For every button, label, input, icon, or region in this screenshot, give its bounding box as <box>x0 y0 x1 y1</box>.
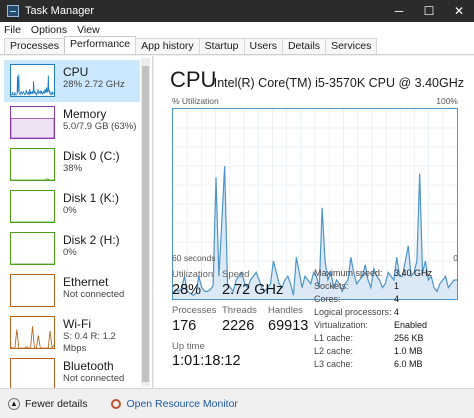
sidebar-item-value: 0% <box>63 205 77 216</box>
time-axis-left: 60 seconds <box>172 253 216 263</box>
minimize-button[interactable]: ─ <box>384 0 414 22</box>
sidebar-item-label: Disk 1 (K:) <box>63 191 120 205</box>
sidebar-item-value: S: 0.4 R: 1.2 Mbps <box>63 331 116 354</box>
sockets-value: 1 <box>394 281 400 291</box>
menu-bar: File Options View <box>0 22 474 37</box>
max-speed-label: Maximum speed: <box>314 268 383 278</box>
sidebar-item-label: Ethernet <box>63 275 109 289</box>
l2-cache-label: L2 cache: <box>314 346 354 356</box>
maximize-button[interactable]: ☐ <box>414 0 444 22</box>
cpu-panel: CPU Intel(R) Core(TM) i5-3570K CPU @ 3.4… <box>154 56 474 388</box>
fewer-details-link[interactable]: Fewer details <box>25 398 87 410</box>
menu-view[interactable]: View <box>77 24 100 36</box>
threads-value: 2226 <box>222 318 255 334</box>
disk-2-thumbnail-graph <box>10 232 55 265</box>
speed-label: Speed <box>222 269 250 280</box>
virtualization-label: Virtualization: <box>314 320 368 330</box>
handles-value: 69913 <box>268 318 309 334</box>
scrollbar-thumb[interactable] <box>142 66 149 382</box>
bluetooth-thumbnail-graph <box>10 358 55 388</box>
sidebar-item-wifi[interactable]: Wi-Fi S: 0.4 R: 1.2 Mbps <box>4 312 140 354</box>
utilization-label: Utilization <box>172 269 214 280</box>
menu-options[interactable]: Options <box>31 24 67 36</box>
menu-file[interactable]: File <box>4 24 21 36</box>
sidebar-item-label: Bluetooth <box>63 359 114 373</box>
processes-label: Processes <box>172 305 217 316</box>
memory-usage-fill <box>11 118 54 138</box>
handles-label: Handles <box>268 305 303 316</box>
sidebar-item-value: 38% <box>63 163 83 174</box>
time-axis-right: 0 <box>453 253 458 263</box>
l1-cache-label: L1 cache: <box>314 333 354 343</box>
sidebar-item-ethernet[interactable]: Ethernet Not connected <box>4 270 140 312</box>
sidebar-item-value: 28% 2.72 GHz <box>63 79 125 90</box>
ethernet-thumbnail-graph <box>10 274 55 307</box>
resource-monitor-icon <box>111 398 122 409</box>
l1-cache-value: 256 KB <box>394 333 424 343</box>
tab-startup[interactable]: Startup <box>198 38 245 54</box>
sidebar-item-value: Not connected <box>63 289 125 300</box>
max-axis-label: 100% <box>436 96 458 106</box>
tab-app-history[interactable]: App history <box>135 38 200 54</box>
disk-0-thumbnail-graph <box>10 148 55 181</box>
footer-bar: ▲ Fewer details Open Resource Monitor <box>0 388 474 418</box>
sidebar-item-value: Not connected <box>63 373 125 384</box>
logical-processors-value: 4 <box>394 307 400 317</box>
l3-cache-label: L3 cache: <box>314 359 354 369</box>
sidebar-item-label: Memory <box>63 107 107 121</box>
tab-strip: Processes Performance App history Startu… <box>0 36 474 55</box>
cores-value: 4 <box>394 294 400 304</box>
resource-sidebar: CPU 28% 2.72 GHz Memory 5.0/7.9 GB (63%) D… <box>0 56 153 388</box>
utilization-axis-label: % Utilization <box>172 96 219 106</box>
chevron-up-icon[interactable]: ▲ <box>8 397 20 410</box>
sidebar-item-disk-1[interactable]: Disk 1 (K:) 0% <box>4 186 140 228</box>
virtualization-value: Enabled <box>394 320 428 330</box>
logical-processors-label: Logical processors: <box>314 307 392 317</box>
sidebar-item-label: Disk 2 (H:) <box>63 233 120 247</box>
title-bar: Task Manager ─ ☐ ✕ <box>0 0 474 22</box>
uptime-label: Up time <box>172 341 205 352</box>
sidebar-item-cpu[interactable]: CPU 28% 2.72 GHz <box>4 60 140 102</box>
page-title: CPU <box>170 67 217 92</box>
memory-thumbnail-graph <box>10 106 55 139</box>
thumbnail-line <box>11 74 54 96</box>
cpu-thumbnail-graph <box>10 64 55 97</box>
tab-processes[interactable]: Processes <box>4 38 66 54</box>
thumbnail-line <box>11 178 54 180</box>
speed-value: 2.72 GHz <box>222 282 284 298</box>
l2-cache-value: 1.0 MB <box>394 346 423 356</box>
cpu-model: Intel(R) Core(TM) i5-3570K CPU @ 3.40GHz <box>213 76 464 90</box>
task-manager-icon <box>7 5 19 17</box>
sidebar-item-label: CPU <box>63 65 89 79</box>
sidebar-item-disk-0[interactable]: Disk 0 (C:) 38% <box>4 144 140 186</box>
uptime-value: 1:01:18:12 <box>172 353 241 369</box>
thumbnail-line <box>11 326 54 348</box>
wifi-thumbnail-graph <box>10 316 55 349</box>
open-resource-monitor-link[interactable]: Open Resource Monitor <box>126 398 237 410</box>
max-speed-value: 3.40 GHz <box>394 268 433 278</box>
tab-performance[interactable]: Performance <box>64 36 137 54</box>
utilization-value: 28% <box>172 282 202 298</box>
threads-label: Threads <box>222 305 257 316</box>
sidebar-item-memory[interactable]: Memory 5.0/7.9 GB (63%) <box>4 102 140 144</box>
sidebar-item-value: 5.0/7.9 GB (63%) <box>63 121 137 132</box>
tab-services[interactable]: Services <box>325 38 378 54</box>
tab-details[interactable]: Details <box>281 38 327 54</box>
sockets-label: Sockets: <box>314 281 349 291</box>
close-button[interactable]: ✕ <box>444 0 474 22</box>
sidebar-item-label: Disk 0 (C:) <box>63 149 120 163</box>
window-title: Task Manager <box>25 5 95 17</box>
sidebar-item-bluetooth[interactable]: Bluetooth Not connected <box>4 354 140 388</box>
l3-cache-value: 6.0 MB <box>394 359 423 369</box>
sidebar-item-value: 0% <box>63 247 77 258</box>
processes-value: 176 <box>172 318 197 334</box>
cores-label: Cores: <box>314 294 341 304</box>
sidebar-item-disk-2[interactable]: Disk 2 (H:) 0% <box>4 228 140 270</box>
sidebar-item-label: Wi-Fi <box>63 317 91 331</box>
tab-users[interactable]: Users <box>243 38 283 54</box>
sidebar-scrollbar[interactable] <box>141 58 150 386</box>
disk-1-thumbnail-graph <box>10 190 55 223</box>
